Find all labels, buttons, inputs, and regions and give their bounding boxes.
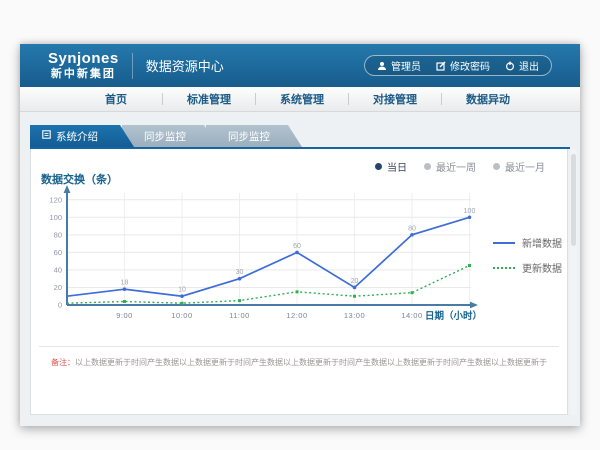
document-icon [42, 130, 51, 142]
svg-text:80: 80 [408, 225, 416, 232]
range-option-last-month[interactable]: 最近一月 [493, 159, 545, 174]
logout-label: 退出 [519, 58, 539, 73]
svg-text:40: 40 [54, 265, 62, 274]
svg-text:30: 30 [236, 269, 244, 276]
svg-text:60: 60 [54, 248, 62, 257]
svg-text:10: 10 [178, 287, 186, 294]
solid-line-icon [493, 242, 515, 244]
brand-logo: Synjones 新中新集团 [48, 51, 119, 80]
svg-text:14:00: 14:00 [401, 311, 422, 320]
footnote-text: 以上数据更新于时间产生数据以上数据更新于时间产生数据以上数据更新于时间产生数据以… [75, 358, 547, 367]
svg-text:0: 0 [58, 301, 62, 310]
range-label: 最近一周 [436, 159, 476, 174]
legend-label: 更新数据 [522, 260, 562, 275]
range-label: 当日 [387, 159, 407, 174]
tab-sync-monitor-2[interactable]: 同步监控 [206, 125, 302, 147]
svg-text:9:00: 9:00 [116, 311, 133, 320]
legend-item-update-data[interactable]: 更新数据 [493, 260, 562, 275]
nav-item-data-change[interactable]: 数据异动 [442, 91, 534, 107]
tab-bar: 系统介绍 同步监控 同步监控 [30, 125, 570, 149]
dotted-line-icon [493, 267, 515, 269]
user-icon [377, 61, 387, 71]
radio-dot-icon [375, 163, 382, 170]
change-password-label: 修改密码 [450, 58, 490, 73]
svg-text:12:00: 12:00 [286, 311, 307, 320]
user-toolbar: 管理员 修改密码 退出 [364, 55, 552, 76]
page-title: 数据资源中心 [146, 56, 224, 75]
chart-card: 当日 最近一周 最近一月 数据交换（条） 0204060801001209:00… [30, 149, 568, 415]
scrollbar[interactable] [570, 149, 577, 415]
change-password-button[interactable]: 修改密码 [436, 58, 490, 73]
app-window: Synjones 新中新集团 数据资源中心 管理员 修改密码 [20, 44, 580, 426]
svg-text:60: 60 [293, 243, 301, 250]
svg-text:80: 80 [54, 230, 62, 239]
scrollbar-thumb[interactable] [571, 154, 576, 246]
chart-legend: 新增数据 更新数据 [493, 235, 562, 285]
range-option-today[interactable]: 当日 [375, 159, 407, 174]
tab-sync-monitor-1[interactable]: 同步监控 [122, 125, 218, 147]
brand-name-cn: 新中新集团 [48, 68, 119, 80]
content-area: 系统介绍 同步监控 同步监控 当日 最近一周 [20, 112, 580, 427]
svg-text:20: 20 [54, 283, 62, 292]
header-divider [132, 53, 133, 79]
tab-label: 同步监控 [228, 129, 270, 144]
svg-text:100: 100 [49, 213, 62, 222]
app-header: Synjones 新中新集团 数据资源中心 管理员 修改密码 [20, 44, 580, 87]
tab-system-intro[interactable]: 系统介绍 [30, 125, 134, 147]
tab-label: 同步监控 [144, 129, 186, 144]
svg-text:100: 100 [464, 208, 476, 215]
radio-dot-icon [493, 163, 500, 170]
range-label: 最近一月 [505, 159, 545, 174]
footnote: 备注：以上数据更新于时间产生数据以上数据更新于时间产生数据以上数据更新于时间产生… [39, 346, 559, 368]
range-option-last-week[interactable]: 最近一周 [424, 159, 476, 174]
nav-item-interface-mgmt[interactable]: 对接管理 [349, 91, 441, 107]
radio-dot-icon [424, 163, 431, 170]
svg-text:120: 120 [49, 195, 62, 204]
main-nav: 首页 标准管理 系统管理 对接管理 数据异动 [20, 87, 580, 112]
nav-item-home[interactable]: 首页 [70, 91, 162, 107]
svg-text:10:00: 10:00 [171, 311, 192, 320]
nav-item-system-mgmt[interactable]: 系统管理 [256, 91, 348, 107]
svg-text:11:00: 11:00 [229, 311, 250, 320]
legend-label: 新增数据 [522, 235, 562, 250]
svg-text:20: 20 [351, 278, 359, 285]
power-icon [505, 61, 515, 71]
footnote-label: 备注： [51, 358, 75, 367]
brand-name: Synjones [48, 51, 119, 68]
svg-text:13:00: 13:00 [344, 311, 365, 320]
nav-item-standard-mgmt[interactable]: 标准管理 [163, 91, 255, 107]
svg-text:日期（小时）: 日期（小时） [425, 310, 482, 322]
logout-button[interactable]: 退出 [505, 58, 539, 73]
tab-label: 系统介绍 [56, 129, 98, 144]
user-menu-button[interactable]: 管理员 [377, 58, 421, 73]
user-menu-label: 管理员 [391, 58, 421, 73]
legend-item-new-data[interactable]: 新增数据 [493, 235, 562, 250]
edit-icon [436, 61, 446, 71]
line-chart: 0 20 40 60 80 100 120 9:00 10:00 11:00 12:00 13:00 1… [41, 183, 511, 333]
time-range-filter: 当日 最近一周 最近一月 [375, 159, 545, 174]
svg-text:18: 18 [121, 280, 129, 287]
